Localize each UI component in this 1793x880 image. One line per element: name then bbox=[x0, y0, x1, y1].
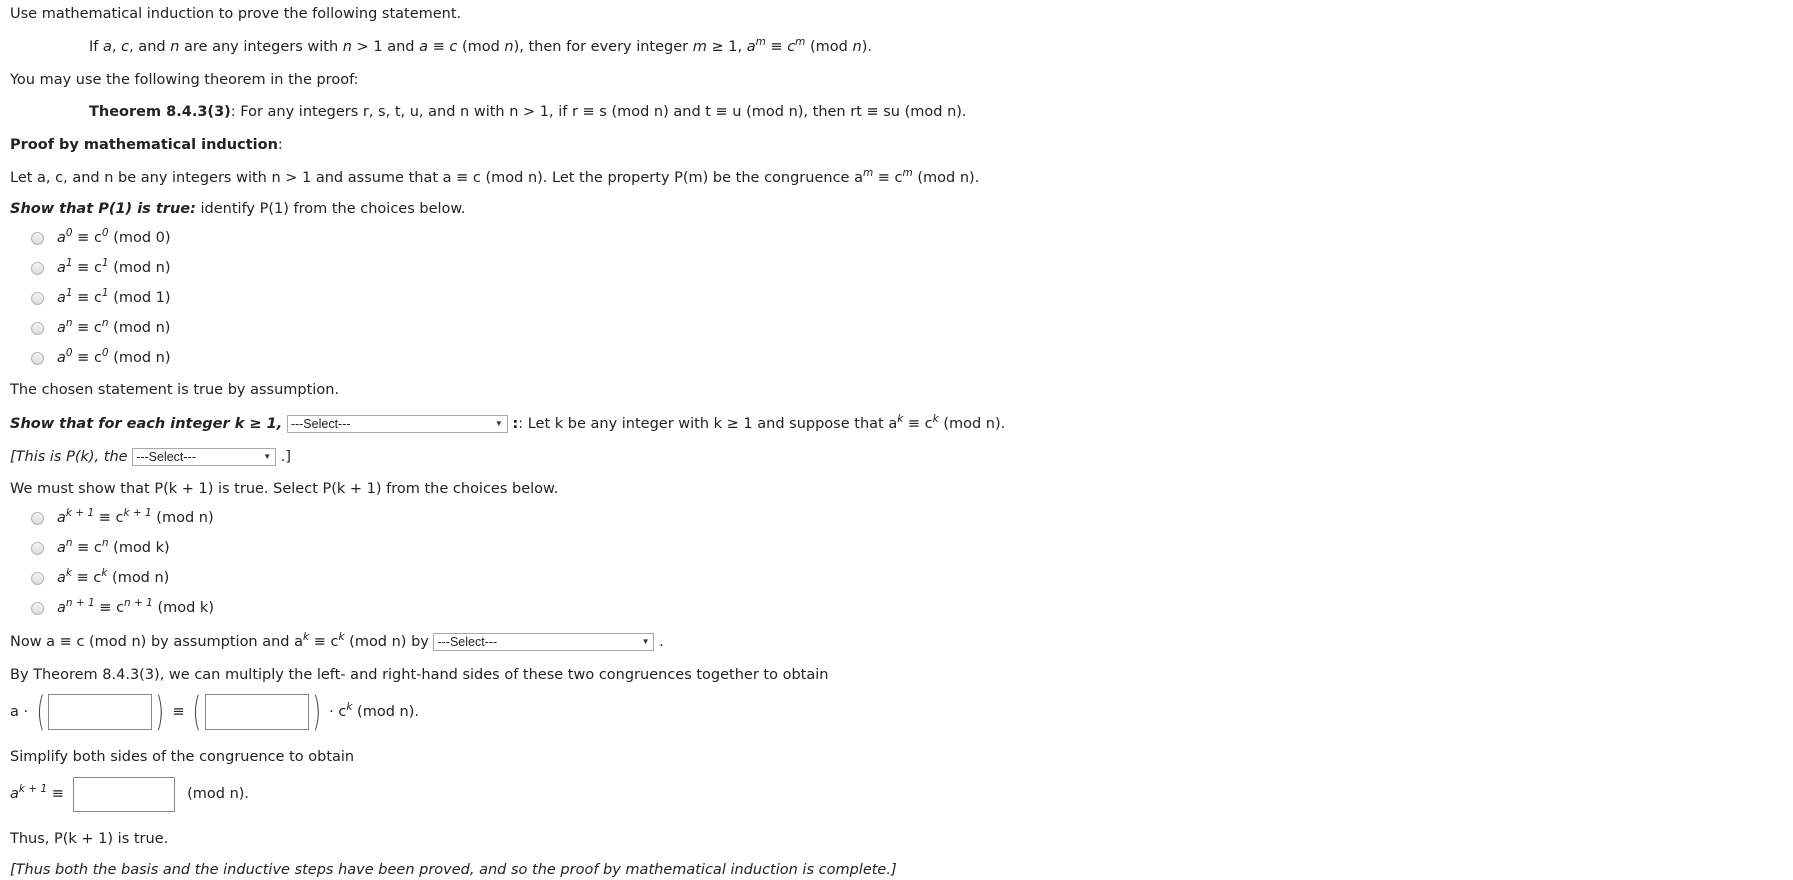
choice-label: an + 1 ≡ cn + 1 (mod k) bbox=[57, 597, 214, 616]
choice-label: an ≡ cn (mod k) bbox=[57, 537, 170, 556]
simplify-text: Simplify both sides of the congruence to… bbox=[10, 749, 355, 765]
inductive-choice[interactable]: ak ≡ ck (mod n) bbox=[31, 567, 169, 589]
choice-label: a1 ≡ c1 (mod 1) bbox=[57, 287, 171, 306]
proof-setup: Let a, c, and n be any integers with n >… bbox=[10, 167, 980, 186]
statement: If a, c, and n are any integers with n >… bbox=[89, 36, 872, 55]
radio-button[interactable] bbox=[31, 291, 44, 305]
basis-choice[interactable]: an ≡ cn (mod n) bbox=[31, 317, 170, 339]
choice-label: ak + 1 ≡ ck + 1 (mod n) bbox=[57, 507, 214, 526]
chevron-down-icon: ▼ bbox=[263, 452, 272, 461]
radio-button[interactable] bbox=[31, 571, 44, 585]
choice-label: a1 ≡ c1 (mod n) bbox=[57, 257, 171, 276]
choice-label: a0 ≡ c0 (mod 0) bbox=[57, 227, 171, 246]
simplified-rhs-input[interactable] bbox=[72, 776, 175, 812]
radio-button[interactable] bbox=[31, 261, 44, 275]
inductive-step-select[interactable]: ---Select--- ▼ bbox=[286, 415, 508, 433]
inductive-choice[interactable]: an + 1 ≡ cn + 1 (mod k) bbox=[31, 597, 214, 619]
theorem: Theorem 8.4.3(3): For any integers r, s,… bbox=[89, 104, 967, 120]
radio-button[interactable] bbox=[31, 541, 44, 555]
thus-text: Thus, P(k + 1) is true. bbox=[10, 831, 169, 847]
theorem-intro: You may use the following theorem in the… bbox=[10, 72, 359, 88]
right-factor-input[interactable] bbox=[204, 694, 309, 730]
basis-choice[interactable]: a1 ≡ c1 (mod n) bbox=[31, 257, 171, 279]
basis-prompt: Show that P(1) is true: identify P(1) fr… bbox=[10, 201, 466, 217]
inductive-choice[interactable]: an ≡ cn (mod k) bbox=[31, 537, 170, 559]
choice-label: an ≡ cn (mod n) bbox=[57, 317, 171, 336]
basis-choice[interactable]: a0 ≡ c0 (mod 0) bbox=[31, 227, 171, 249]
hypothesis-type-select[interactable]: ---Select--- ▼ bbox=[132, 448, 277, 466]
must-show-text: We must show that P(k + 1) is true. Sele… bbox=[10, 481, 559, 497]
proof-heading: Proof by mathematical induction: bbox=[10, 137, 283, 153]
multiply-equation: a · () ≡ () · ck (mod n). bbox=[10, 689, 419, 735]
intro-text: Use mathematical induction to prove the … bbox=[10, 6, 462, 22]
radio-button[interactable] bbox=[31, 231, 44, 245]
basis-choice[interactable]: a1 ≡ c1 (mod 1) bbox=[31, 287, 171, 309]
radio-button[interactable] bbox=[31, 321, 44, 335]
radio-button[interactable] bbox=[31, 351, 44, 365]
basis-conclusion: The chosen statement is true by assumpti… bbox=[10, 382, 339, 398]
multiply-text: By Theorem 8.4.3(3), we can multiply the… bbox=[10, 667, 829, 683]
final-text: [Thus both the basis and the inductive s… bbox=[10, 862, 897, 878]
basis-choice[interactable]: a0 ≡ c0 (mod n) bbox=[31, 347, 171, 369]
choice-label: a0 ≡ c0 (mod n) bbox=[57, 347, 171, 366]
inductive-hypothesis-line: [This is P(k), the ---Select--- ▼ .] bbox=[10, 448, 292, 466]
now-line: Now a ≡ c (mod n) by assumption and ak ≡… bbox=[10, 631, 664, 651]
choice-label: ak ≡ ck (mod n) bbox=[57, 567, 170, 586]
radio-button[interactable] bbox=[31, 601, 44, 615]
reason-select[interactable]: ---Select--- ▼ bbox=[433, 633, 655, 651]
inductive-step-line: Show that for each integer k ≥ 1, ---Sel… bbox=[10, 413, 1006, 433]
chevron-down-icon: ▼ bbox=[494, 419, 503, 428]
chevron-down-icon: ▼ bbox=[641, 637, 650, 646]
simplified-equation: ak + 1 ≡ (mod n). bbox=[10, 774, 249, 814]
theorem-label: Theorem 8.4.3(3) bbox=[89, 104, 231, 120]
left-factor-input[interactable] bbox=[48, 694, 153, 730]
radio-button[interactable] bbox=[31, 511, 44, 525]
inductive-choice[interactable]: ak + 1 ≡ ck + 1 (mod n) bbox=[31, 507, 214, 529]
